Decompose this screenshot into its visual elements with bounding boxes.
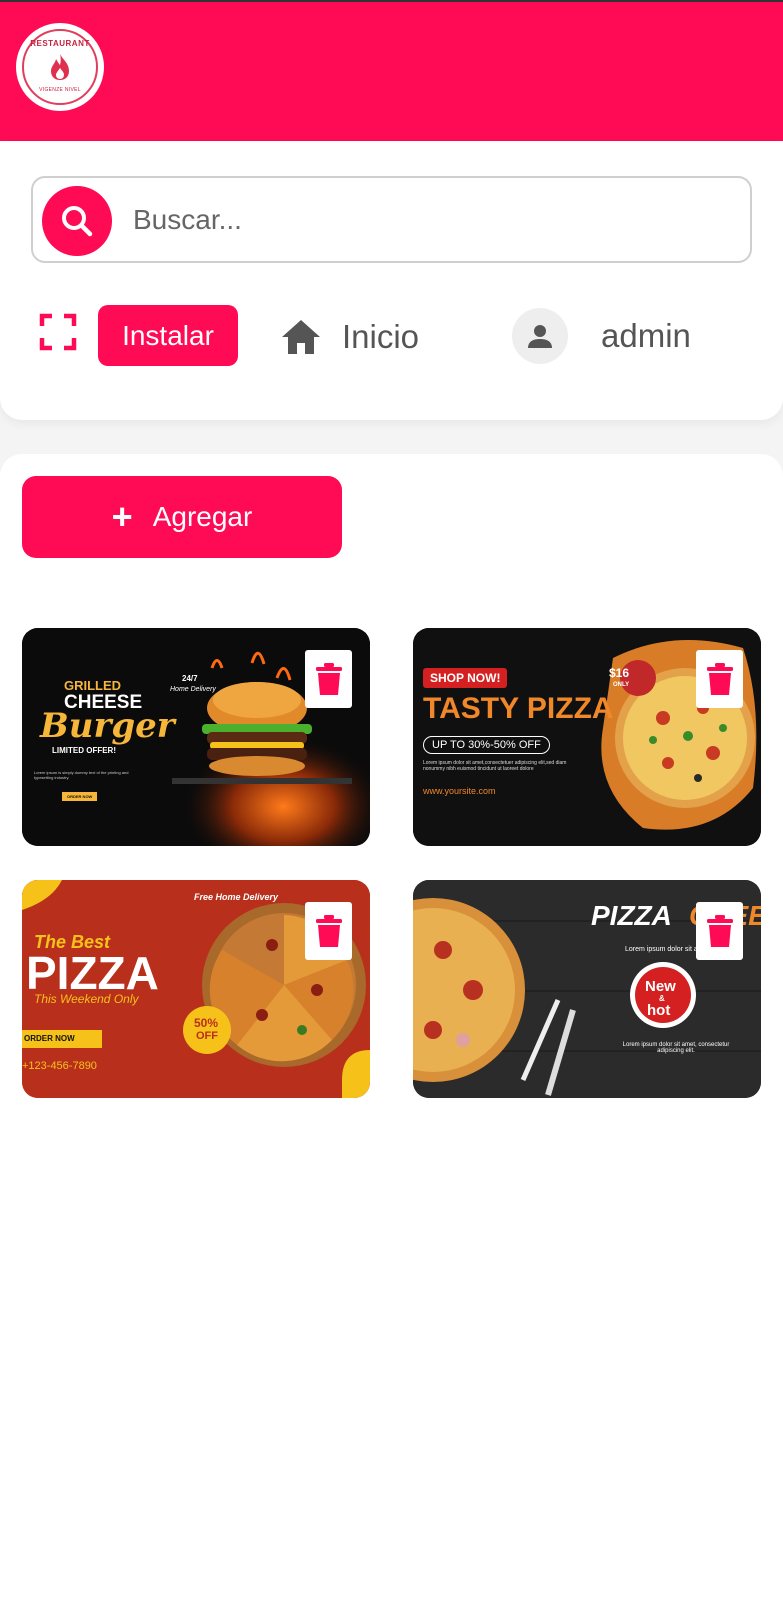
home-nav-link[interactable]: Inicio	[280, 309, 419, 364]
delete-button[interactable]	[696, 650, 743, 708]
pizza-cheese-badge1: New	[645, 978, 676, 995]
banner-card-tasty-pizza[interactable]: SHOP NOW! TASTY PIZZA UP TO 30%-50% OFF …	[413, 628, 761, 846]
add-label: Agregar	[152, 501, 253, 532]
install-button[interactable]: Instalar	[98, 305, 238, 366]
burger-tag: 24/7	[182, 674, 198, 683]
tasty-title: TASTY PIZZA	[423, 692, 614, 725]
logo-badge: RESTAURANT VIGENZE NIVEL	[22, 29, 98, 105]
burger-title-line1: GRILLED	[64, 678, 122, 693]
search-input[interactable]	[133, 188, 733, 252]
logo-top-text: RESTAURANT	[30, 39, 90, 48]
logo-bottom-text: VIGENZE NIVEL	[39, 87, 81, 93]
search-icon	[62, 206, 93, 237]
pizza-cheese-badge3: hot	[647, 1002, 671, 1019]
banner-card-best-pizza[interactable]: The Best PIZZA This Weekend Only Free Ho…	[22, 880, 370, 1098]
trash-icon	[315, 915, 342, 947]
search-button[interactable]	[42, 186, 112, 256]
home-label: Inicio	[342, 317, 420, 355]
trash-icon	[315, 663, 342, 695]
tasty-site: www.yoursite.com	[423, 786, 496, 796]
add-button[interactable]: + Agregar	[22, 476, 342, 558]
best-phone: +123-456-7890	[22, 1060, 97, 1072]
trash-icon	[706, 915, 733, 947]
burger-subtitle: LIMITED OFFER!	[52, 746, 116, 755]
best-line3: This Weekend Only	[34, 992, 139, 1006]
user-menu[interactable]: admin	[512, 305, 691, 366]
fullscreen-icon[interactable]	[39, 313, 77, 351]
restaurant-logo[interactable]: RESTAURANT VIGENZE NIVEL	[16, 23, 104, 111]
burger-tag2: Home Delivery	[170, 686, 216, 693]
tasty-price-sub: ONLY	[613, 682, 630, 688]
burger-body: Lorem ipsum is simply dummy text of the …	[34, 770, 129, 780]
tasty-body: Lorem ipsum dolor sit amet,consectetuer …	[423, 760, 567, 772]
avatar	[512, 307, 568, 364]
best-discount: 50%	[194, 1016, 219, 1030]
best-cta: ORDER NOW	[24, 1034, 75, 1043]
delete-button[interactable]	[305, 902, 352, 960]
delete-button[interactable]	[696, 902, 743, 960]
plus-icon: +	[111, 496, 133, 537]
tasty-badge: SHOP NOW!	[423, 668, 508, 688]
search-nav-card: Instalar Inicio admin	[0, 141, 783, 420]
tasty-price: $16	[609, 666, 630, 680]
best-discount-sub: OFF	[196, 1030, 218, 1042]
top-app-bar: RESTAURANT VIGENZE NIVEL	[0, 0, 783, 141]
search-bar	[31, 176, 752, 263]
user-icon	[528, 324, 552, 348]
banner-card-burger[interactable]: GRILLED CHEESE Burger LIMITED OFFER! 24/…	[22, 628, 370, 846]
content-card: + Agregar GRILLED CHEESE Burger LIMITED …	[0, 454, 783, 1600]
burger-cta: ORDER NOW	[62, 792, 98, 801]
tasty-offer: UP TO 30%-50% OFF	[423, 736, 550, 754]
delete-button[interactable]	[305, 650, 352, 708]
user-label: admin	[601, 316, 691, 354]
pizza-cheese-body: Lorem ipsum dolor sit amet, consectetur …	[622, 1042, 730, 1054]
best-delivery: Free Home Delivery	[194, 892, 279, 902]
install-label: Instalar	[122, 319, 214, 351]
banner-card-pizza-cheese[interactable]: PIZZA CHEESE Lorem ipsum dolor sit amet …	[413, 880, 761, 1098]
burger-title-script: Burger	[40, 706, 175, 746]
pizza-cheese-title1: PIZZA	[591, 900, 672, 931]
flame-icon	[51, 54, 69, 80]
home-icon	[282, 319, 320, 354]
trash-icon	[706, 663, 733, 695]
